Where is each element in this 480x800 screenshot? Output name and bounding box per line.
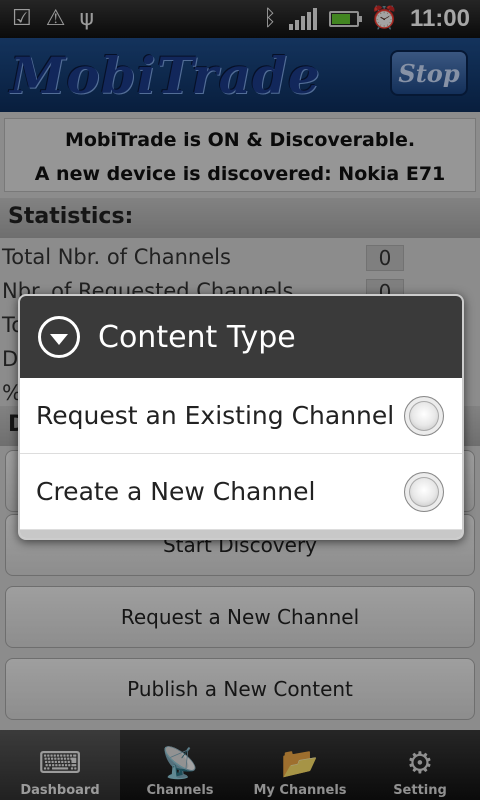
dialog-header: Content Type [20, 296, 462, 378]
radio-button[interactable] [404, 472, 444, 512]
option-create-new-channel[interactable]: Create a New Channel [20, 454, 462, 530]
dialog-title: Content Type [98, 319, 296, 355]
radio-button[interactable] [404, 396, 444, 436]
content-type-dialog: Content Type Request an Existing Channel… [18, 294, 464, 540]
dialog-footer [20, 530, 462, 538]
chevron-down-circle-icon [38, 316, 80, 358]
option-request-existing-channel[interactable]: Request an Existing Channel [20, 378, 462, 454]
option-label: Create a New Channel [36, 477, 316, 506]
option-label: Request an Existing Channel [36, 401, 395, 430]
